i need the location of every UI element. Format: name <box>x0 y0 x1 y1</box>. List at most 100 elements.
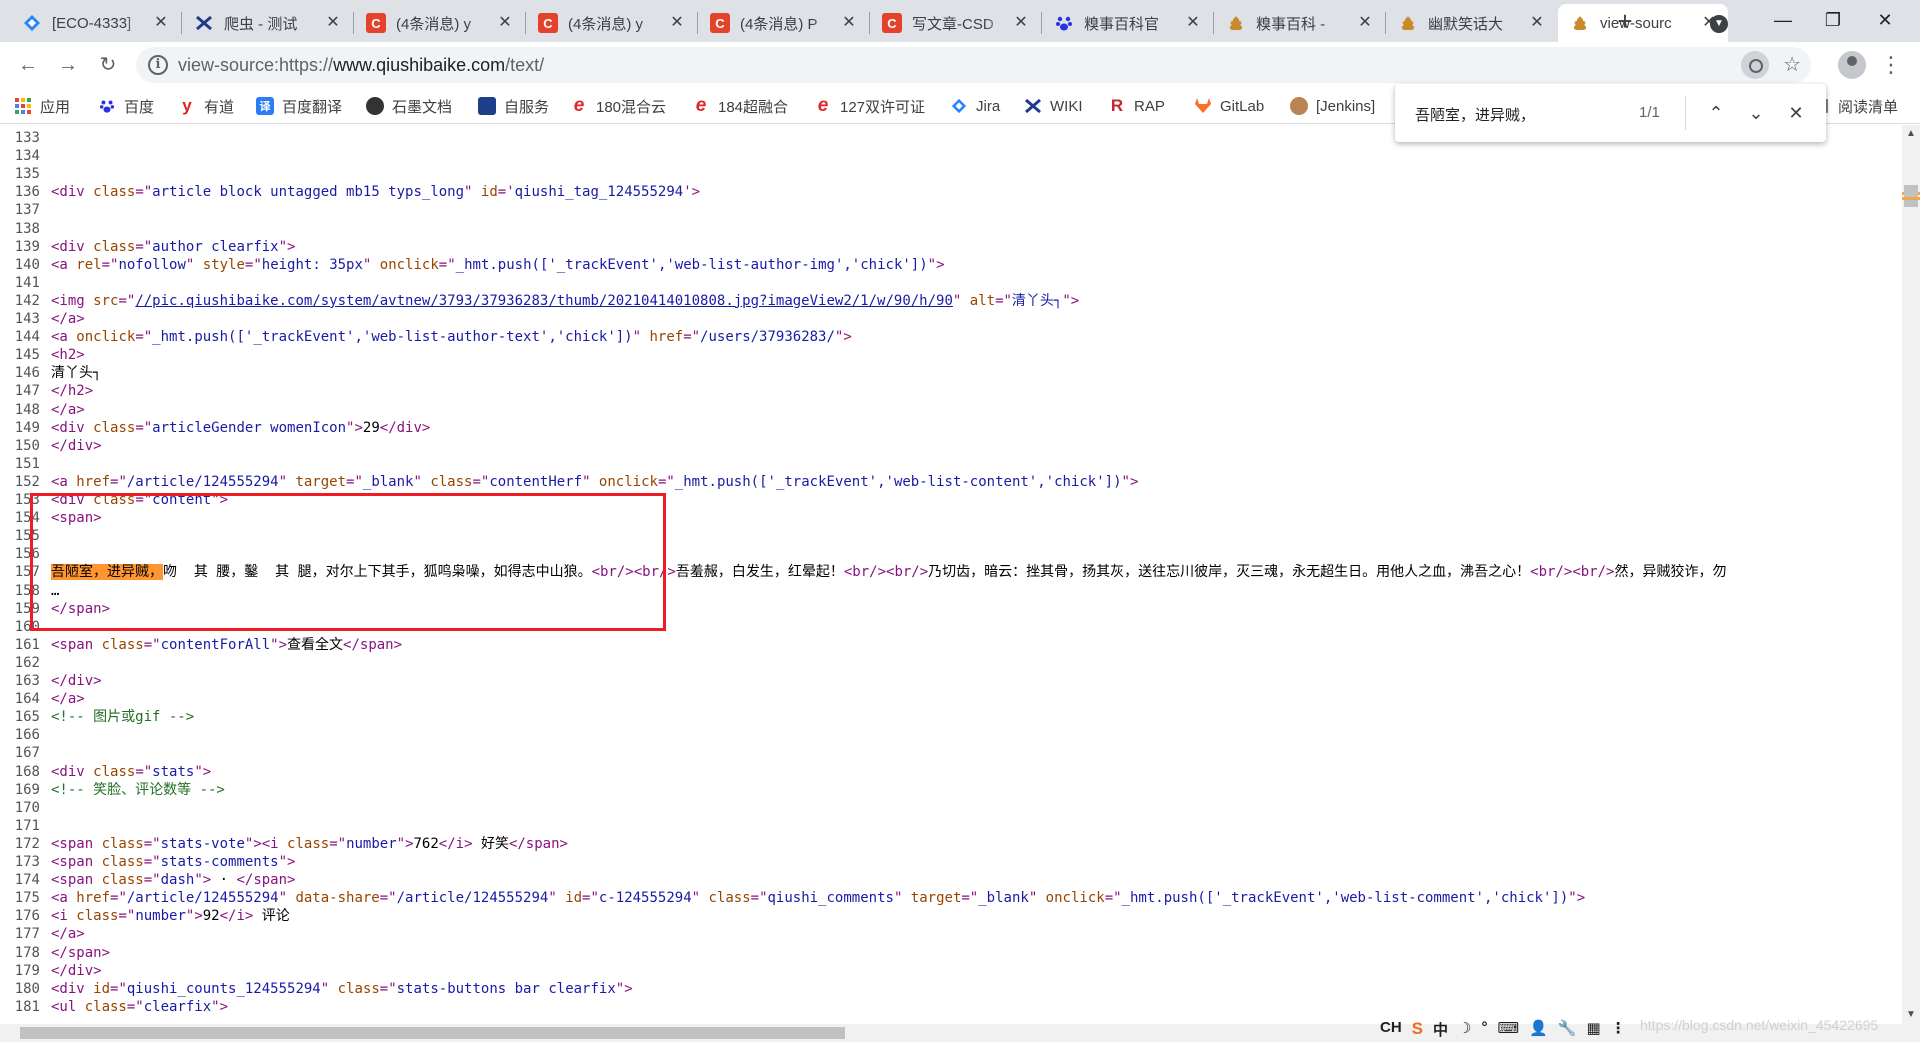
tools-icon[interactable]: 🔧 <box>1558 1019 1577 1040</box>
source-line[interactable]: </h2> <box>51 382 93 400</box>
close-icon[interactable]: ✕ <box>1356 14 1374 32</box>
source-line[interactable]: <img src="//pic.qiushibaike.com/system/a… <box>51 292 1079 310</box>
minimize-button[interactable]: — <box>1760 4 1806 36</box>
source-line[interactable]: <h2> <box>51 346 85 364</box>
kebab-menu-icon[interactable]: ⋮ <box>1880 51 1902 79</box>
back-button[interactable]: ← <box>12 49 44 81</box>
close-icon[interactable]: ✕ <box>496 14 514 32</box>
chinese-mode-icon[interactable]: 中 <box>1433 1019 1448 1040</box>
tab-7[interactable]: 糗事百科官 ✕ <box>1042 4 1212 42</box>
source-line[interactable]: <!-- 图片或gif --> <box>51 708 194 726</box>
source-line[interactable]: </a> <box>51 310 85 328</box>
close-window-button[interactable]: ✕ <box>1862 4 1908 36</box>
bookmark-9[interactable]: e 127双许可证 <box>814 94 925 118</box>
tab-8[interactable]: 糗事百科 - ✕ <box>1214 4 1384 42</box>
bookmark-6[interactable]: 自服务 <box>478 94 549 118</box>
avatar[interactable] <box>1838 51 1866 79</box>
reload-button[interactable]: ↻ <box>92 49 124 81</box>
source-line[interactable]: <div class="article block untagged mb15 … <box>51 183 700 201</box>
bookmark-13[interactable]: GitLab <box>1194 94 1264 118</box>
bookmark-5[interactable]: 石墨文档 <box>366 94 452 118</box>
find-next-button[interactable]: ⌄ <box>1741 98 1771 128</box>
close-icon[interactable]: ✕ <box>1012 14 1030 32</box>
vertical-scroll-thumb[interactable] <box>1904 185 1918 207</box>
bookmark-1[interactable]: 应用 <box>14 94 70 118</box>
source-line[interactable]: <span> <box>51 509 102 527</box>
source-line[interactable]: <a onclick="_hmt.push(['_trackEvent','we… <box>51 328 852 346</box>
find-input[interactable]: 吾陋室，进异贼， <box>1415 104 1535 125</box>
source-line[interactable]: </span> <box>51 944 110 962</box>
restore-button[interactable]: ❐ <box>1810 4 1856 36</box>
bookmark-7[interactable]: e 180混合云 <box>570 94 666 118</box>
bookmark-3[interactable]: y 有道 <box>178 94 234 118</box>
bookmark-10[interactable]: Jira <box>950 94 1000 118</box>
source-line[interactable]: <ul class="clearfix"> <box>51 998 228 1016</box>
source-line[interactable]: <i class="number">92</i> 评论 <box>51 907 290 925</box>
ime-lang-icon[interactable]: CH <box>1380 1019 1402 1040</box>
close-icon[interactable]: ✕ <box>1184 14 1202 32</box>
source-line[interactable]: <div class="articleGender womenIcon">29<… <box>51 419 430 437</box>
address-bar[interactable]: i view-source:https://www.qiushibaike.co… <box>136 47 1811 83</box>
source-line[interactable]: <a rel="nofollow" style="height: 35px" o… <box>51 256 945 274</box>
tab-3[interactable]: C (4条消息) y ✕ <box>354 4 524 42</box>
tab-6[interactable]: C 写文章-CSD ✕ <box>870 4 1040 42</box>
sogou-s-icon[interactable]: S <box>1412 1019 1423 1040</box>
find-previous-button[interactable]: ⌃ <box>1701 98 1731 128</box>
profile-dropdown-button[interactable]: ▼ <box>1696 4 1742 36</box>
source-line[interactable]: … <box>51 582 59 600</box>
tab-5[interactable]: C (4条消息) P ✕ <box>698 4 868 42</box>
source-line[interactable]: <span class="stats-comments"> <box>51 853 295 871</box>
close-icon[interactable]: ✕ <box>324 14 342 32</box>
source-line[interactable]: <div id="qiushi_counts_124555294" class=… <box>51 980 633 998</box>
bookmark-8[interactable]: e 184超融合 <box>692 94 788 118</box>
source-line[interactable]: </a> <box>51 925 85 943</box>
moon-icon[interactable]: ☽ <box>1458 1019 1471 1040</box>
close-icon[interactable]: ✕ <box>668 14 686 32</box>
tab-2[interactable]: 爬虫 - 测试 ✕ <box>182 4 352 42</box>
search-lens-icon[interactable] <box>1741 51 1769 79</box>
vertical-scrollbar[interactable]: ▲ ▼ <box>1902 125 1920 1042</box>
source-line[interactable]: </a> <box>51 690 85 708</box>
bookmark-11[interactable]: WIKI <box>1024 94 1083 118</box>
horizontal-scroll-thumb[interactable] <box>20 1027 845 1039</box>
close-icon[interactable]: ✕ <box>152 14 170 32</box>
bookmark-star-icon[interactable]: ☆ <box>1783 52 1801 77</box>
bookmark-14[interactable]: [Jenkins] <box>1290 94 1375 118</box>
user-icon[interactable]: 👤 <box>1529 1019 1548 1040</box>
source-line[interactable]: </div> <box>51 962 102 980</box>
source-line[interactable]: <span class="dash"> · </span> <box>51 871 295 889</box>
tab-9[interactable]: 幽默笑话大 ✕ <box>1386 4 1556 42</box>
close-icon[interactable]: ✕ <box>840 14 858 32</box>
source-line[interactable]: <div class="content"> <box>51 491 228 509</box>
punctuation-icon[interactable]: ° <box>1481 1019 1487 1040</box>
close-icon[interactable]: ✕ <box>1528 14 1546 32</box>
tab-1[interactable]: [ECO-4333] ✕ <box>10 4 180 42</box>
source-line[interactable]: <div class="author clearfix"> <box>51 238 295 256</box>
bookmark-4[interactable]: 译百度翻译 <box>256 94 342 118</box>
source-line[interactable]: <a href="/article/124555294" data-share=… <box>51 889 1585 907</box>
more-icon[interactable]: ⋮ <box>1611 1019 1626 1040</box>
source-line[interactable]: <span class="contentForAll">查看全文</span> <box>51 636 402 654</box>
source-line[interactable]: <span class="stats-vote"><i class="numbe… <box>51 835 568 853</box>
source-line[interactable]: <!-- 笑脸、评论数等 --> <box>51 781 225 799</box>
source-line[interactable]: </div> <box>51 437 102 455</box>
bookmark-2[interactable]: 百度 <box>98 94 154 118</box>
info-icon[interactable]: i <box>148 55 168 75</box>
source-line[interactable]: <a href="/article/124555294" target="_bl… <box>51 473 1138 491</box>
forward-button[interactable]: → <box>52 49 84 81</box>
source-line[interactable]: </a> <box>51 401 85 419</box>
skin-icon[interactable]: ▦ <box>1587 1019 1601 1040</box>
bookmark-12[interactable]: R RAP <box>1108 94 1165 118</box>
source-line[interactable]: 清丫头┐ <box>51 364 101 382</box>
keyboard-icon[interactable]: ⌨ <box>1497 1019 1519 1040</box>
find-close-button[interactable]: ✕ <box>1781 98 1811 128</box>
scroll-down-arrow-icon[interactable]: ▼ <box>1902 1006 1920 1024</box>
url-text[interactable]: view-source:https://www.qiushibaike.com/… <box>178 55 544 76</box>
source-line[interactable]: <div class="stats"> <box>51 763 211 781</box>
tab-4[interactable]: C (4条消息) y ✕ <box>526 4 696 42</box>
source-line[interactable]: 吾陋室，进异贼，吻 其 腰，鑿 其 腿，对尔上下其手，狐鸣枭噪，如得志中山狼。<… <box>51 563 1726 581</box>
scroll-up-arrow-icon[interactable]: ▲ <box>1902 125 1920 143</box>
source-line[interactable]: </div> <box>51 672 102 690</box>
source-line[interactable]: </span> <box>51 600 110 618</box>
new-tab-button[interactable]: + <box>1610 6 1640 36</box>
